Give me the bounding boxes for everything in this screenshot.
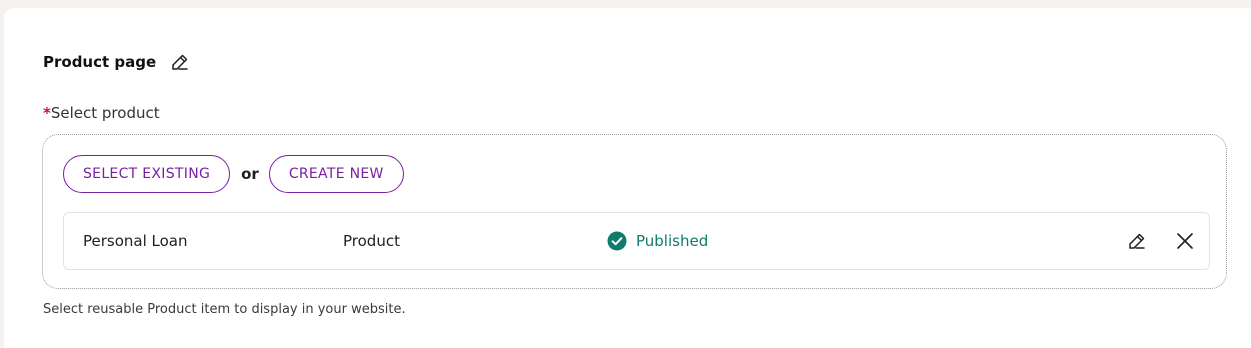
check-circle-icon: [607, 231, 627, 251]
or-separator: or: [241, 165, 259, 183]
selection-actions: SELECT EXISTING or CREATE NEW: [63, 155, 404, 193]
product-selection-area: SELECT EXISTING or CREATE NEW Personal L…: [42, 134, 1227, 289]
selected-product-row: Personal Loan Product Published: [63, 212, 1210, 270]
required-marker: *: [43, 104, 51, 122]
section-header: Product page: [43, 50, 191, 74]
field-label-text: Select product: [50, 104, 160, 122]
status-badge: Published: [607, 213, 708, 269]
product-page-card: Product page *Select product SELECT EXIS…: [4, 8, 1251, 348]
create-new-button[interactable]: CREATE NEW: [268, 155, 404, 193]
pencil-icon[interactable]: [1126, 230, 1148, 252]
product-name: Personal Loan: [83, 232, 188, 250]
status-text: Published: [636, 232, 709, 250]
section-title: Product page: [43, 53, 157, 71]
product-type: Product: [343, 232, 400, 250]
select-product-label: *Select product: [43, 104, 160, 122]
pencil-icon[interactable]: [169, 51, 191, 73]
select-existing-button[interactable]: SELECT EXISTING: [63, 155, 231, 193]
helper-text: Select reusable Product item to display …: [43, 302, 406, 317]
close-icon[interactable]: [1174, 230, 1196, 252]
